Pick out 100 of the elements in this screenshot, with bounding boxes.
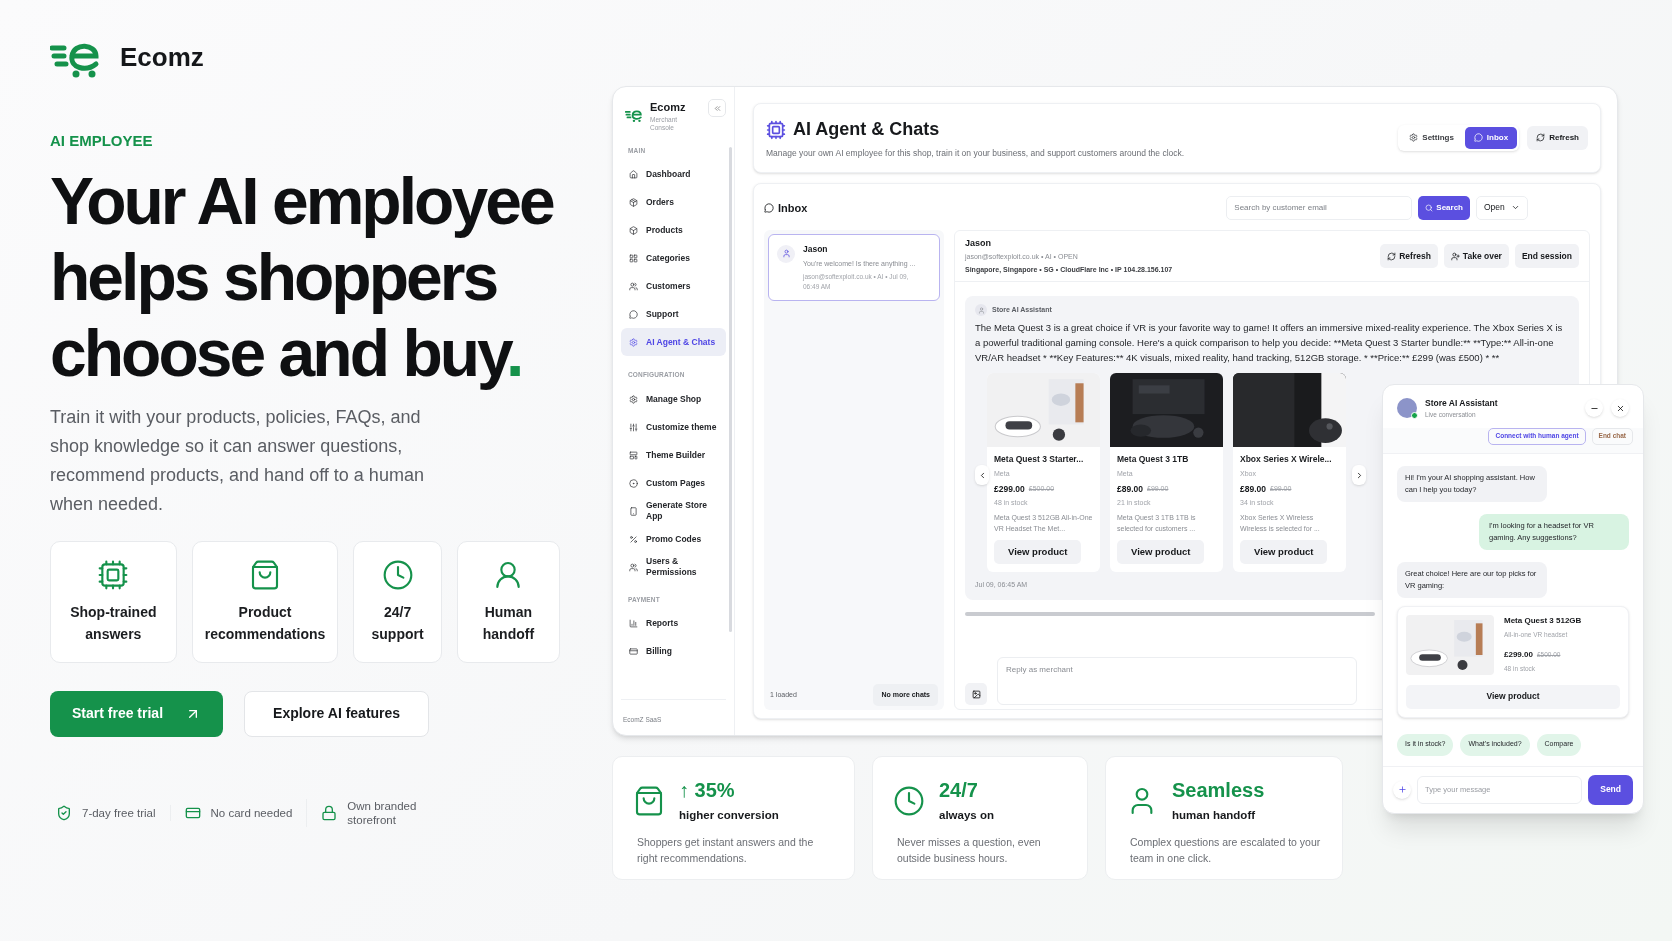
feature-label: 24/7 support xyxy=(370,602,425,644)
nav-icon xyxy=(629,281,638,291)
assistant-icon xyxy=(977,306,985,314)
search-field[interactable]: Search by customer email xyxy=(1226,195,1413,220)
product-price: £299.00 xyxy=(1504,649,1533,662)
view-product-button[interactable]: View product xyxy=(1117,539,1205,564)
stat-heading: human handoff xyxy=(1172,808,1257,823)
view-product-button[interactable]: View product xyxy=(994,539,1082,564)
nav-item[interactable]: Users & Permissions xyxy=(621,553,726,581)
nav-item[interactable]: Billing xyxy=(621,637,726,666)
logo-icon xyxy=(625,107,645,123)
next-button[interactable] xyxy=(1352,465,1366,486)
minimize-button[interactable] xyxy=(1585,399,1603,418)
tab-icon xyxy=(1409,133,1419,143)
previous-button[interactable] xyxy=(975,465,989,486)
conversation-action-button[interactable]: End session xyxy=(1514,244,1579,268)
stat-icon xyxy=(633,785,665,817)
product-name: Meta Quest 3 1TB xyxy=(1117,453,1190,466)
action-icon xyxy=(1387,251,1397,261)
nav-item[interactable]: Products xyxy=(621,216,726,245)
nav-item[interactable]: Customers xyxy=(621,272,726,301)
stat-description: Complex questions are escalated to your team in one click. xyxy=(1130,835,1322,867)
stat-value: 24/7 xyxy=(939,778,979,803)
nav-icon xyxy=(629,534,638,544)
plus-icon xyxy=(1397,785,1407,794)
stat-description: Never misses a question, even outside business hours. xyxy=(897,835,1042,867)
page-description: Manage your own AI employee for this shop, train it on your business, and support customers around the clock. xyxy=(766,147,1185,160)
nav-icon xyxy=(629,197,638,207)
close-icon xyxy=(1615,403,1625,413)
nav-icon xyxy=(629,394,638,404)
stat-description: Shoppers get instant answers and the right recommendations. xyxy=(637,835,815,867)
search-icon xyxy=(1425,203,1434,212)
view-product-button[interactable]: View product xyxy=(1406,684,1620,709)
view-product-button[interactable]: View product xyxy=(1240,539,1328,564)
product-name: Meta Quest 3 Starter... xyxy=(994,453,1085,466)
nav-item[interactable]: Theme Builder xyxy=(621,441,726,469)
chip-icon xyxy=(766,119,786,140)
page-title: AI Agent & Chats xyxy=(793,118,940,141)
eyebrow: AI EMPLOYEE xyxy=(50,131,153,151)
nav-item[interactable]: Support xyxy=(621,300,726,329)
inbox-title: Inbox xyxy=(778,200,808,216)
product-name: Meta Quest 3 512GB xyxy=(1504,614,1582,627)
conversation-action-button[interactable]: Refresh xyxy=(1380,244,1438,268)
nav-item[interactable]: Manage Shop xyxy=(621,385,726,413)
view-tab[interactable]: Inbox xyxy=(1464,126,1518,149)
nav-item[interactable]: Generate Store App xyxy=(621,497,726,525)
stat-value: ↑ 35% xyxy=(679,778,736,803)
nav-item[interactable]: Customize theme xyxy=(621,413,726,441)
nav-icon xyxy=(629,619,638,629)
product-price: £89.00 xyxy=(1117,482,1143,496)
search-button[interactable]: Search xyxy=(1418,195,1470,220)
nav-item[interactable]: Custom Pages xyxy=(621,469,726,497)
status-select[interactable]: Open xyxy=(1476,195,1528,220)
feature-label: Human handoff xyxy=(481,602,536,644)
chat-icon xyxy=(764,202,774,213)
attach-image-button[interactable] xyxy=(965,683,987,705)
tab-icon xyxy=(1473,133,1483,143)
feature-label: Product recommendations xyxy=(204,602,326,644)
stat-heading: higher conversion xyxy=(679,808,779,823)
nav-icon xyxy=(629,253,638,263)
nav-icon xyxy=(629,309,638,319)
nav-item[interactable]: Categories xyxy=(621,244,726,273)
headline: Your AI employee helps shoppers choose and buy. xyxy=(50,162,555,391)
reply-field[interactable]: Reply as merchant xyxy=(997,657,1357,705)
image-icon xyxy=(971,689,981,699)
widget-title: Store AI Assistant xyxy=(1425,397,1498,410)
explore-button[interactable]: Explore AI features xyxy=(244,690,430,737)
nav-item[interactable]: AI Agent & Chats xyxy=(621,328,726,357)
perk-label: 7-day free trial xyxy=(82,805,156,820)
nav-item[interactable]: Promo Codes xyxy=(621,525,726,553)
stat-value: Seamless xyxy=(1172,778,1265,803)
hero-description: Train it with your products, policies, FAQs, and shop knowledge so it can answer questions, recommend products, and hand off to a human when needed. xyxy=(50,405,425,516)
perk-label: No card needed xyxy=(210,805,293,820)
nav-icon xyxy=(629,506,638,516)
nav-item[interactable]: Dashboard xyxy=(621,160,726,189)
nav-icon xyxy=(629,422,638,432)
customer-name: Jason xyxy=(965,236,992,250)
refresh-button[interactable]: Refresh xyxy=(1527,125,1588,150)
close-button[interactable] xyxy=(1611,399,1629,418)
add-button[interactable] xyxy=(1393,780,1411,799)
console-brand: Ecomz xyxy=(650,100,686,115)
collapse-button[interactable] xyxy=(708,99,726,117)
view-tab[interactable]: Settings xyxy=(1400,126,1463,149)
feature-icon xyxy=(381,558,414,591)
stat-heading: always on xyxy=(939,808,994,823)
assistant-avatar xyxy=(1397,398,1417,419)
avatar-icon xyxy=(781,249,791,259)
product-name: Xbox Series X Wirele... xyxy=(1240,453,1333,466)
conversation-action-button[interactable]: Take over xyxy=(1443,244,1509,268)
product-price: £299.00 xyxy=(994,482,1025,496)
nav-item[interactable]: Reports xyxy=(621,609,726,638)
product-price: £89.00 xyxy=(1240,482,1266,496)
feature-label: Shop-trained answers xyxy=(69,602,158,644)
nav-item[interactable]: Orders xyxy=(621,188,726,217)
send-button[interactable]: Send xyxy=(1588,774,1633,805)
nav-icon xyxy=(629,450,638,460)
message-text: The Meta Quest 3 is a great choice if VR is your favorite way to game! It offers an immersive mixed-reality experience. The Xbox Series X is a powerful traditional gaming console. Here's a quick comparison to help you decide: **Meta Quest 3 Starter bundle:** **Type:** All-in-one VR/AR headset * **Key Features:** 4K visuals, mixed reality, hand tracking, 512GB storage. * **Price:** £299 (was £500) * ** xyxy=(975,321,1564,366)
feature-icon xyxy=(249,558,281,591)
start-trial-button[interactable]: Start free trial xyxy=(50,690,224,737)
nav-icon xyxy=(629,562,638,572)
